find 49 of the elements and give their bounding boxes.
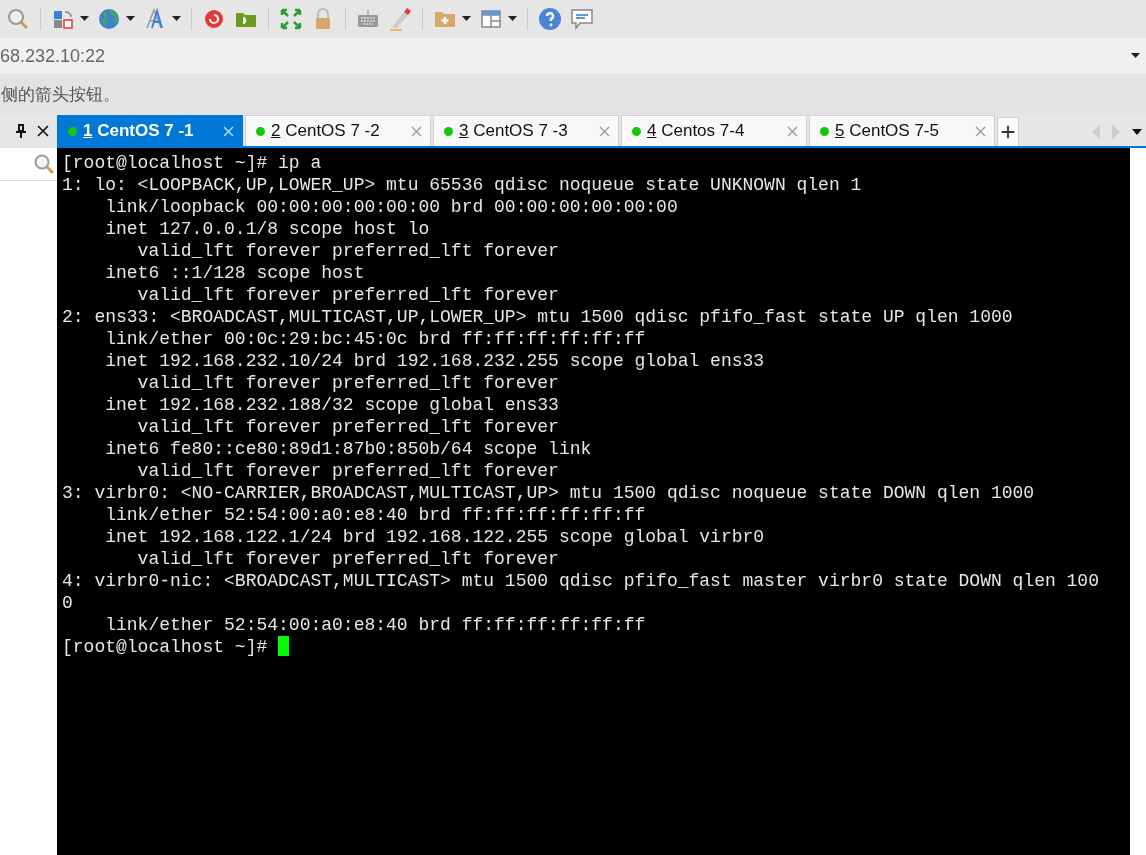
tab[interactable]: 4 Centos 7-4 [621,115,807,146]
layout-icon[interactable] [479,7,503,31]
tab[interactable]: 5 CentOS 7-5 [809,115,995,146]
tab[interactable]: 3 CentOS 7 -3 [433,115,619,146]
terminal-line: inet 192.168.232.188/32 scope global ens33 [104,394,559,416]
caret-icon[interactable] [1132,128,1142,135]
terminal-line: inet 192.168.232.10/24 brd 192.168.232.255 scope global ens33 [104,350,765,372]
search-icon[interactable] [6,7,30,31]
swirl-icon[interactable] [202,7,226,31]
terminal-line: 3: virbr0: <NO-CARRIER,BROADCAST,MULTICAST,UP> mtu 1500 qdisc noqueue state DOWN qlen 1000 [62,482,1035,504]
terminal-line: 2: ens33: <BROADCAST,MULTICAST,UP,LOWER_UP> mtu 1500 qdisc pfifo_fast state UP qlen 1000 [62,306,1013,328]
terminal-line: link/ether 00:0c:29:bc:45:0c brd ff:ff:ff:ff:ff:ff [104,328,646,350]
terminal-line: valid_lft forever preferred_lft forever [136,284,559,306]
chat-icon[interactable] [570,7,594,31]
terminal-line: 4: virbr0-nic: <BROADCAST,MULTICAST> mtu 1500 qdisc pfifo_fast master virbr0 state DOWN qlen 100 [62,570,1099,592]
terminal-line: inet 192.168.122.1/24 brd 192.168.122.255 scope global virbr0 [104,526,765,548]
terminal-line: inet 127.0.0.1/8 scope host lo [104,218,430,240]
search-icon[interactable] [33,153,55,175]
pen-icon[interactable] [388,7,412,31]
terminal-line: valid_lft forever preferred_lft forever [136,372,559,394]
terminal-line: inet6 ::1/128 scope host [104,262,365,284]
terminal-line: valid_lft forever preferred_lft forever [136,240,559,262]
caret-icon[interactable] [126,16,135,22]
terminal-prompt: [root@localhost ~]# [62,636,269,658]
add-tab-icon[interactable] [997,117,1019,146]
caret-icon[interactable] [462,16,471,22]
pin-icon[interactable] [15,124,27,138]
caret-icon[interactable] [508,16,517,22]
terminal-line: link/ether 52:54:00:a0:e8:40 brd ff:ff:ff:ff:ff:ff [104,504,646,526]
tab[interactable]: 1 CentOS 7 -1 [57,115,243,146]
terminal-line: inet6 fe80::ce80:89d1:87b0:850b/64 scope link [104,438,592,460]
terminal-line: link/loopback 00:00:00:00:00:00 brd 00:00:00:00:00:00 [104,196,678,218]
terminal-line: valid_lft forever preferred_lft forever [136,460,559,482]
terminal-line: valid_lft forever preferred_lft forever [136,548,559,570]
help-icon[interactable] [538,7,562,31]
caret-icon[interactable] [172,16,181,22]
terminal-line: valid_lft forever preferred_lft forever [136,416,559,438]
terminal-line: 1: lo: <LOOPBACK,UP,LOWER_UP> mtu 65536 qdisc noqueue state UNKNOWN qlen 1 [62,174,862,196]
terminal-line: [root@localhost ~]# ip a [62,152,322,174]
fullscreen-icon[interactable] [279,7,303,31]
tab[interactable]: 2 CentOS 7 -2 [245,115,431,146]
globe-icon[interactable] [97,7,121,31]
terminal-line: 0 [62,592,73,614]
terminal[interactable] [57,148,1130,855]
close-icon[interactable] [37,125,49,137]
terminal-line: link/ether 52:54:00:a0:e8:40 brd ff:ff:ff:ff:ff:ff [104,614,646,636]
caret-icon[interactable] [1131,53,1140,59]
hint-text: 侧的箭头按钮。 [1,82,120,106]
caret-icon[interactable] [80,16,89,22]
